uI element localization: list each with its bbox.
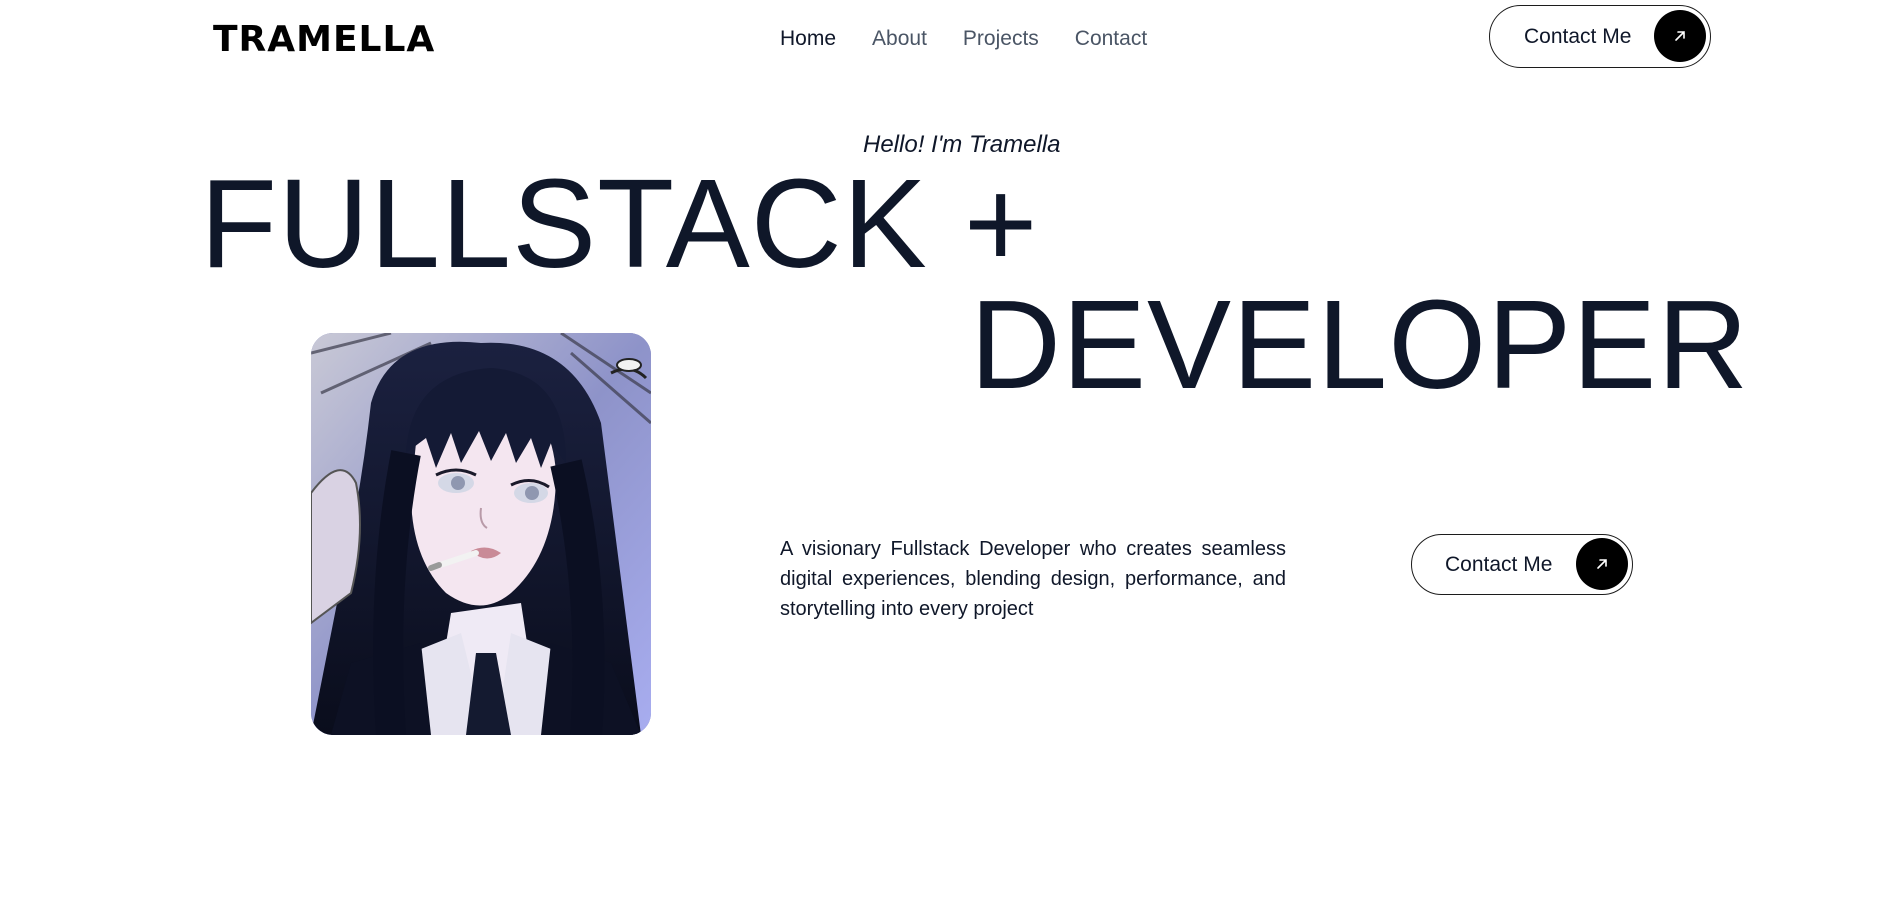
header-contact-button[interactable]: Contact Me [1489, 5, 1711, 68]
hero-title-line-2: DEVELOPER [970, 274, 1750, 415]
brand-logo[interactable]: TRAMELLA [213, 18, 435, 62]
header-contact-label: Contact Me [1524, 24, 1632, 48]
nav-home-link[interactable]: Home [780, 26, 836, 52]
hero-contact-button[interactable]: Contact Me [1411, 534, 1633, 595]
nav-projects-link[interactable]: Projects [963, 26, 1039, 52]
arrow-up-right-icon [1654, 10, 1706, 62]
portrait-image [311, 333, 651, 735]
nav-contact-link[interactable]: Contact [1075, 26, 1147, 52]
hero-contact-label: Contact Me [1445, 552, 1553, 576]
hero-title-line-1: FULLSTACK + [200, 153, 1039, 294]
arrow-up-right-icon [1576, 538, 1628, 590]
nav-about-link[interactable]: About [872, 26, 927, 52]
main-nav: Home About Projects Contact [780, 26, 1147, 52]
hero-bio: A visionary Fullstack Developer who crea… [780, 538, 1286, 620]
page: TRAMELLA Home About Projects Contact Con… [0, 0, 1889, 910]
